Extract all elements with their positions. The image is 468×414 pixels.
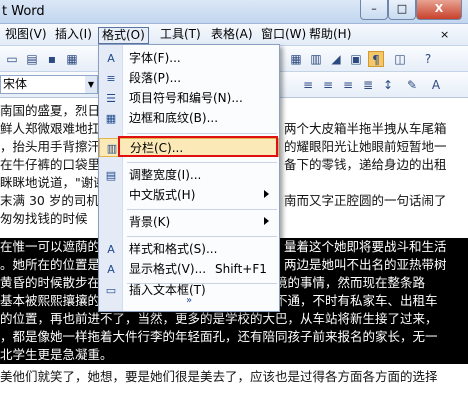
font-name-box[interactable]: 宋体 ▼ bbox=[0, 75, 98, 94]
justify-icon[interactable]: ≣ bbox=[360, 77, 376, 93]
menu-item-label: 边框和底纹(B)... bbox=[129, 111, 219, 125]
text-line: 眯眯地说道，"谢谢 bbox=[0, 175, 106, 190]
text-line: 在牛仔裤的口袋里 bbox=[0, 157, 101, 172]
zoom-icon[interactable]: ◫ bbox=[392, 51, 408, 67]
menu-item-label: 段落(P)... bbox=[129, 71, 182, 85]
highlight-box bbox=[118, 136, 278, 157]
menu-help[interactable]: 帮助(H) bbox=[306, 27, 354, 44]
minimize-button[interactable]: – bbox=[360, 0, 388, 20]
text-line-right: 备下的零钱，递给身边的出租 bbox=[284, 157, 447, 172]
align-center-icon[interactable]: ≡ bbox=[320, 77, 336, 93]
font-name-value: 宋体 bbox=[3, 77, 28, 91]
print-icon[interactable]: ▦ bbox=[64, 51, 80, 67]
show-hide-icon[interactable]: ¶ bbox=[368, 51, 384, 67]
font-icon: A bbox=[107, 52, 115, 65]
selected-text-line-right: 量着这个她即将要战斗和生活 bbox=[284, 238, 447, 256]
menu-window[interactable]: 窗口(W) bbox=[258, 27, 309, 44]
drawing-icon[interactable]: ◢ bbox=[328, 51, 344, 67]
menu-item-font[interactable]: A 字体(F)... bbox=[99, 49, 279, 68]
menu-separator bbox=[127, 236, 277, 237]
align-right-icon[interactable]: ≡ bbox=[340, 77, 356, 93]
menu-item-asian-layout[interactable]: 中文版式(H) bbox=[99, 186, 279, 205]
selected-text-line-right: 两边是她叫不出名的亚热带树 bbox=[284, 256, 447, 274]
menu-format[interactable]: 格式(O) bbox=[98, 27, 149, 44]
menu-item-label: 显示格式(V)... bbox=[129, 262, 207, 276]
menu-item-styles[interactable]: A 样式和格式(S)... bbox=[99, 240, 279, 259]
menu-item-label: 调整宽度(I)... bbox=[129, 168, 202, 182]
doc-map-icon[interactable]: ▣ bbox=[348, 51, 364, 67]
text-line: 南国的盛夏，烈日 bbox=[0, 103, 101, 118]
align-left-icon[interactable]: ≡ bbox=[300, 77, 316, 93]
menu-separator bbox=[127, 162, 277, 163]
menu-bar: 视图(V) 插入(I) 格式(O) 工具(T) 表格(A) 窗口(W) 帮助(H… bbox=[0, 24, 468, 46]
menu-view[interactable]: 视图(V) bbox=[2, 27, 50, 44]
submenu-arrow-icon bbox=[264, 217, 269, 225]
menu-separator bbox=[127, 209, 277, 210]
menu-item-label: 样式和格式(S)... bbox=[129, 242, 218, 256]
menu-item-reveal-format[interactable]: A 显示格式(V)... Shift+F1 bbox=[99, 260, 279, 279]
title-bar: t Word – □ X bbox=[0, 0, 468, 24]
chevron-down-icon[interactable]: ▼ bbox=[85, 76, 97, 93]
format-menu-dropdown: A 字体(F)... ≡ 段落(P)... ☰ 项目符号和编号(N)... ▦ … bbox=[98, 44, 280, 312]
text-line-right: 两个大皮箱半拖半拽从车尾箱 bbox=[284, 121, 447, 136]
highlight-icon[interactable]: ✎ bbox=[404, 77, 420, 93]
menu-item-paragraph[interactable]: ≡ 段落(P)... bbox=[99, 69, 279, 88]
paragraph-icon: ≡ bbox=[106, 72, 116, 85]
line-spacing-icon[interactable]: ↕ bbox=[380, 77, 396, 93]
text-line: 鲜人郑微艰难地扛了 bbox=[0, 121, 113, 136]
menu-insert[interactable]: 插入(I) bbox=[52, 27, 95, 44]
columns-toolbar-icon[interactable]: ▥ bbox=[308, 51, 324, 67]
close-button[interactable]: X bbox=[416, 0, 462, 20]
menu-item-label: 字体(F)... bbox=[129, 51, 181, 65]
text-line-right: 的耀眼阳光让她眼前短暂地一 bbox=[284, 139, 447, 154]
text-line: 美他们就笑了，她想，要是她们很是美去了，应该也是过得各方面各方面的选择 bbox=[0, 369, 438, 384]
selected-text-line: 的位置，再也前进不了，当然，更多的是学校的大巴，从车站将新生接了过来， bbox=[0, 310, 468, 328]
selected-text-line: 北学生更是急凝重。 bbox=[0, 346, 468, 364]
save-icon[interactable]: ▪ bbox=[44, 51, 60, 67]
close-document-icon[interactable]: × bbox=[440, 28, 454, 42]
bullets-icon: ☰ bbox=[106, 92, 116, 105]
menu-item-label: 项目符号和编号(N)... bbox=[129, 91, 243, 105]
window-title: t Word bbox=[2, 4, 45, 19]
reveal-format-icon: A bbox=[107, 263, 115, 276]
open-icon[interactable]: ▤ bbox=[24, 51, 40, 67]
text-line: ，抬头用手背擦汗 bbox=[0, 139, 101, 154]
expand-menu-icon[interactable]: » bbox=[99, 295, 279, 311]
text-line: 匆匆找钱的时候 bbox=[0, 211, 88, 226]
submenu-arrow-icon bbox=[264, 190, 269, 198]
text-line-right: 南而又字正腔圆的一句话闹了 bbox=[284, 193, 447, 208]
menu-item-bullets[interactable]: ☰ 项目符号和编号(N)... bbox=[99, 89, 279, 108]
menu-table[interactable]: 表格(A) bbox=[208, 27, 256, 44]
text-line: 末满 30 岁的司机 bbox=[0, 193, 99, 208]
new-icon[interactable]: ▭ bbox=[4, 51, 20, 67]
help-icon[interactable]: ? bbox=[420, 51, 436, 67]
menu-item-label: 中文版式(H) bbox=[129, 188, 196, 202]
selected-text-line: ，都是像她一样拖着大件行李的年轻面孔，还有陪同孩子前来报名的家长，无一 bbox=[0, 328, 468, 346]
menu-item-borders[interactable]: ▦ 边框和底纹(B)... bbox=[99, 109, 279, 128]
menu-separator bbox=[127, 133, 277, 134]
borders-icon: ▦ bbox=[105, 112, 117, 125]
maximize-button[interactable]: □ bbox=[388, 0, 416, 20]
font-color-icon[interactable]: A bbox=[428, 77, 444, 93]
fit-width-icon: ▤ bbox=[105, 169, 117, 182]
menu-item-shortcut: Shift+F1 bbox=[215, 262, 267, 276]
menu-item-background[interactable]: 背景(K) bbox=[99, 213, 279, 232]
menu-item-fit-width[interactable]: ▤ 调整宽度(I)... bbox=[99, 166, 279, 185]
styles-icon: A bbox=[107, 243, 115, 256]
menu-tools[interactable]: 工具(T) bbox=[157, 27, 204, 44]
table-icon[interactable]: ▦ bbox=[288, 51, 304, 67]
menu-item-label: 背景(K) bbox=[129, 215, 171, 229]
